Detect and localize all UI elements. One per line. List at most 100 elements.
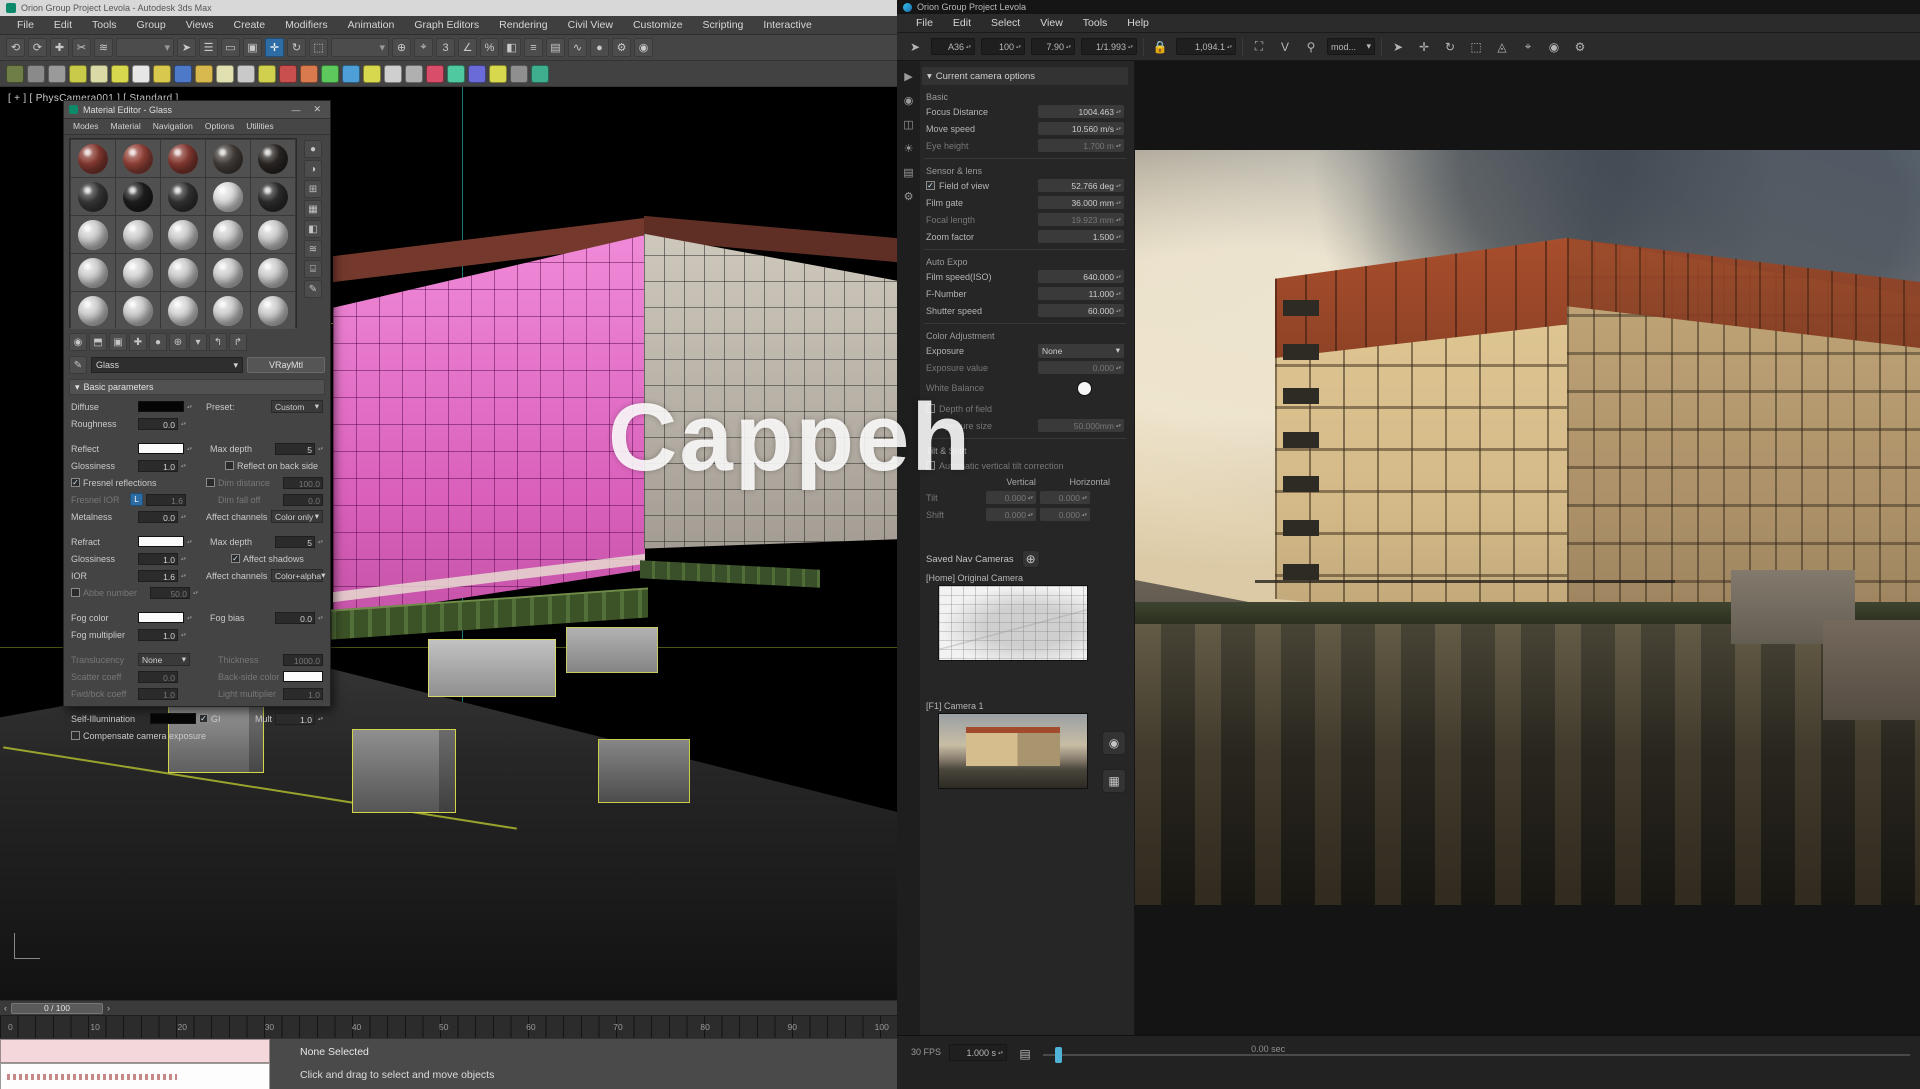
- max-menu-item[interactable]: Scripting: [694, 17, 753, 33]
- material-slot[interactable]: [251, 216, 295, 253]
- vantage-menu-item[interactable]: File: [907, 15, 942, 31]
- vee-icon[interactable]: V: [1275, 37, 1295, 57]
- maxscript-mini-listener[interactable]: [0, 1063, 270, 1089]
- close-button[interactable]: ✕: [309, 104, 325, 115]
- material-slot[interactable]: [206, 140, 250, 177]
- custom-toolbar-icon[interactable]: [111, 65, 129, 83]
- material-editor-menu-item[interactable]: Options: [200, 119, 239, 134]
- max-menu-item[interactable]: Create: [225, 17, 275, 33]
- minimize-button[interactable]: —: [287, 105, 304, 115]
- custom-toolbar-icon[interactable]: [489, 65, 507, 83]
- exposure-dropdown[interactable]: None▾: [1038, 344, 1124, 358]
- scale-icon[interactable]: ⬚: [309, 38, 328, 57]
- vantage-menu-item[interactable]: Select: [982, 15, 1029, 31]
- max-menu-item[interactable]: Interactive: [754, 17, 820, 33]
- material-slot[interactable]: [206, 216, 250, 253]
- material-editor-menu-item[interactable]: Material: [106, 119, 146, 134]
- rotate-icon[interactable]: ↻: [287, 38, 306, 57]
- camera-thumbnail-original[interactable]: [938, 585, 1088, 661]
- pin-icon[interactable]: ⚲: [1301, 37, 1321, 57]
- reflect-color-swatch[interactable]: [138, 443, 184, 454]
- scale-tool-icon[interactable]: ⬚: [1466, 37, 1486, 57]
- vantage-menu-item[interactable]: Tools: [1074, 15, 1117, 31]
- select-tool-icon[interactable]: ➤: [1388, 37, 1408, 57]
- custom-toolbar-icon[interactable]: [300, 65, 318, 83]
- max-menu-item[interactable]: Customize: [624, 17, 692, 33]
- selection-filter-dropdown[interactable]: ▾: [116, 38, 174, 57]
- delete-camera-icon[interactable]: ▦: [1102, 769, 1126, 793]
- fresnel-ior-field[interactable]: 1.6: [146, 494, 186, 506]
- material-slot[interactable]: [161, 178, 205, 215]
- macro-recorder-field[interactable]: [0, 1039, 270, 1063]
- custom-toolbar-icon[interactable]: [342, 65, 360, 83]
- material-slot[interactable]: [161, 216, 205, 253]
- scatter-field[interactable]: 0.0: [138, 671, 178, 683]
- custom-toolbar-icon[interactable]: [468, 65, 486, 83]
- material-editor-tool-icon[interactable]: ⊕: [169, 333, 187, 351]
- custom-toolbar-icon[interactable]: [153, 65, 171, 83]
- zoom-tool-icon[interactable]: ◉: [1544, 37, 1564, 57]
- undo-icon[interactable]: ⟲: [6, 38, 25, 57]
- reflect-glossiness-field[interactable]: 1.0: [138, 460, 178, 472]
- curve-editor-icon[interactable]: ∿: [568, 38, 587, 57]
- redo-icon[interactable]: ⟳: [28, 38, 47, 57]
- material-slot[interactable]: [116, 178, 160, 215]
- custom-toolbar-icon[interactable]: [279, 65, 297, 83]
- move-speed-field[interactable]: 10.560 m/s▴▾: [1038, 122, 1124, 135]
- max-menu-item[interactable]: Modifiers: [276, 17, 337, 33]
- material-editor-tool-icon[interactable]: ●: [304, 140, 322, 158]
- toolbar-field-2[interactable]: 100▴▾: [981, 38, 1025, 55]
- settings-tool-icon[interactable]: ⚙: [1570, 37, 1590, 57]
- vantage-side-tab[interactable]: ▶: [900, 67, 918, 85]
- material-editor-tool-icon[interactable]: ▣: [109, 333, 127, 351]
- max-menu-item[interactable]: Edit: [45, 17, 81, 33]
- time-slider-right-arrow[interactable]: ›: [107, 1003, 110, 1013]
- ref-coord-dropdown[interactable]: ▾: [331, 38, 389, 57]
- custom-toolbar-icon[interactable]: [447, 65, 465, 83]
- mult-field[interactable]: 1.0: [275, 713, 315, 725]
- basic-parameters-rollout[interactable]: ▾ Basic parameters: [69, 379, 325, 395]
- track-bar[interactable]: 0102030405060708090100: [0, 1015, 897, 1038]
- tilt-vertical-field[interactable]: 0.000▴▾: [986, 491, 1036, 504]
- fog-color-swatch[interactable]: [138, 612, 184, 623]
- vantage-side-tab[interactable]: ▤: [900, 163, 918, 181]
- material-editor-tool-icon[interactable]: ✎: [304, 280, 322, 298]
- aperture-field[interactable]: 50.000mm▴▾: [1038, 419, 1124, 432]
- align-icon[interactable]: ≡: [524, 38, 543, 57]
- light-multiplier-field[interactable]: 1.0: [283, 688, 323, 700]
- custom-toolbar-icon[interactable]: [321, 65, 339, 83]
- shift-vertical-field[interactable]: 0.000▴▾: [986, 508, 1036, 521]
- camera-options-header[interactable]: ▾ Current camera options: [922, 67, 1128, 85]
- custom-toolbar-icon[interactable]: [237, 65, 255, 83]
- material-slot[interactable]: [71, 216, 115, 253]
- focal-length-field[interactable]: 19.923 mm▴▾: [1038, 213, 1124, 226]
- material-slot[interactable]: [251, 254, 295, 291]
- material-slot[interactable]: [161, 292, 205, 329]
- max-menu-item[interactable]: Animation: [339, 17, 404, 33]
- self-illumination-swatch[interactable]: [150, 713, 196, 724]
- material-slot[interactable]: [116, 254, 160, 291]
- fresnel-ior-lock-icon[interactable]: L: [130, 493, 143, 506]
- ior-field[interactable]: 1.6: [138, 570, 178, 582]
- select-manipulate-icon[interactable]: ⌖: [414, 38, 433, 57]
- material-slot[interactable]: [71, 254, 115, 291]
- snap-percent-icon[interactable]: %: [480, 38, 499, 57]
- fresnel-checkbox[interactable]: ✓: [71, 478, 80, 487]
- max-menu-item[interactable]: Tools: [83, 17, 126, 33]
- unlink-icon[interactable]: ✂: [72, 38, 91, 57]
- dim-falloff-field[interactable]: 0.0: [283, 494, 323, 506]
- max-menu-item[interactable]: Rendering: [490, 17, 556, 33]
- zoom-factor-field[interactable]: 1.500▴▾: [1038, 230, 1124, 243]
- backside-color-swatch[interactable]: [283, 671, 323, 682]
- custom-toolbar-icon[interactable]: [405, 65, 423, 83]
- material-slot[interactable]: [161, 254, 205, 291]
- mirror-icon[interactable]: ◧: [502, 38, 521, 57]
- material-slot[interactable]: [71, 292, 115, 329]
- fnumber-field[interactable]: 11.000▴▾: [1038, 287, 1124, 300]
- material-slot[interactable]: [116, 140, 160, 177]
- timeline-options-icon[interactable]: ▤: [1015, 1044, 1035, 1064]
- reflect-max-depth-field[interactable]: 5: [275, 443, 315, 455]
- material-slot[interactable]: [206, 292, 250, 329]
- custom-toolbar-icon[interactable]: [6, 65, 24, 83]
- material-editor-tool-icon[interactable]: ▦: [304, 200, 322, 218]
